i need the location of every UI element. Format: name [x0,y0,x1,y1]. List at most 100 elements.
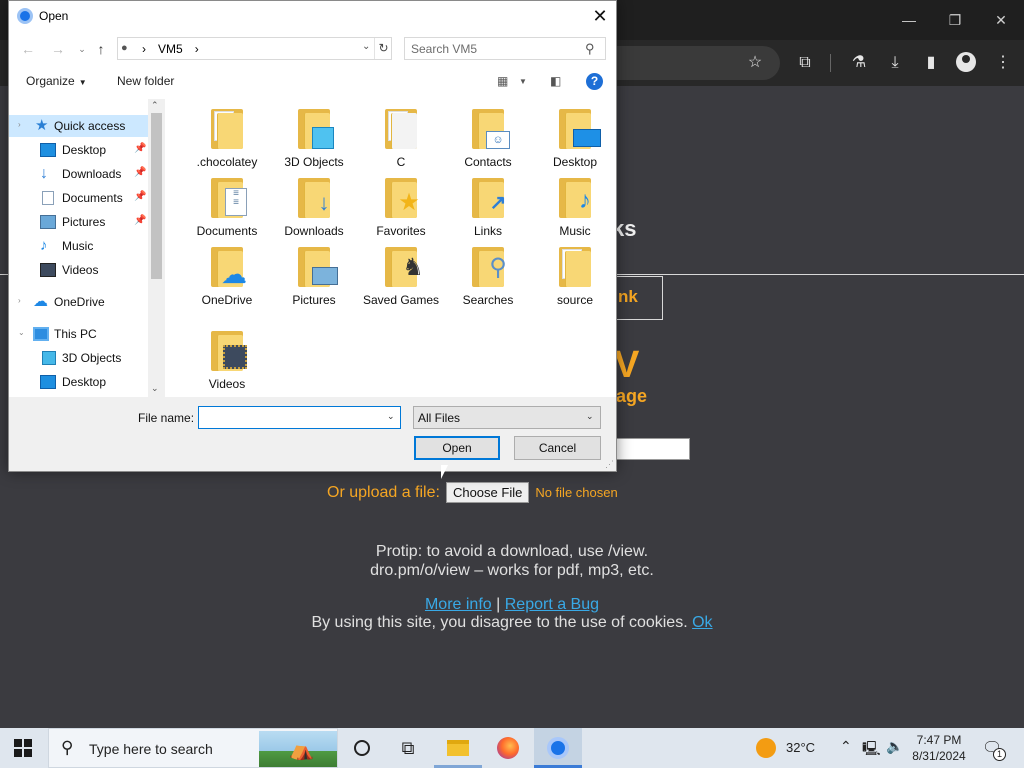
resize-grip-icon[interactable]: ⋰ [605,459,614,470]
folder-item[interactable]: ⚲ Searches [445,239,531,315]
hero-subtitle: age [616,386,648,406]
open-button[interactable]: Open [414,436,500,460]
extensions-icon[interactable]: ⧉ [794,52,816,74]
folder-item[interactable]: Videos [184,323,270,397]
folder-icon [385,109,417,149]
videos-icon [40,263,56,277]
dialog-titlebar[interactable]: Open ✕ [9,1,616,32]
search-input[interactable] [411,41,581,57]
refresh-icon[interactable]: ↻ [374,38,392,59]
contacts-folder-icon: ☺ [472,109,510,149]
labs-icon[interactable]: ⚗ [848,52,870,74]
weather-temperature[interactable]: 32°C [786,740,815,755]
scroll-down-icon[interactable]: ⌄ [151,383,159,394]
star-icon[interactable]: ☆ [744,52,766,74]
nav-item-desktop[interactable]: Desktop 📌 [9,139,148,161]
dialog-close-button[interactable]: ✕ [585,3,615,29]
profile-icon[interactable] [956,52,976,72]
nav-item-documents[interactable]: Documents 📌 [9,187,148,209]
folder-item[interactable]: ≡ ≡ Documents [184,170,270,246]
windows-start-icon[interactable] [14,739,32,757]
view-options-caret-icon[interactable]: ▼ [519,77,527,86]
nav-item-pictures[interactable]: Pictures 📌 [9,211,148,233]
search-box[interactable]: ⚲ [404,37,606,60]
expand-chevron-icon[interactable]: ⌄ [18,328,25,337]
folder-item[interactable]: ♪ Music [532,170,616,246]
chrome-icon[interactable] [534,728,582,768]
window-close-button[interactable]: ✕ [986,8,1016,32]
folder-item[interactable]: ☺ Contacts [445,101,531,177]
nav-pane-scrollbar[interactable]: ⌃ ⌄ [148,99,165,397]
search-icon: ⚲ [61,738,74,757]
new-folder-button[interactable]: New folder [117,74,174,88]
back-button[interactable]: ← [19,39,37,59]
desktop-folder-icon [559,109,601,149]
file-name-input[interactable] [202,409,377,426]
nav-item-desktop-pc[interactable]: Desktop [9,371,148,393]
download-icon[interactable]: ⤓ [884,52,906,74]
saved-games-folder-icon: ♞ [385,247,424,287]
folder-item[interactable]: ☁ OneDrive [184,239,270,315]
window-minimize-button[interactable]: — [894,8,924,32]
folder-item[interactable]: .chocolatey [184,101,270,177]
file-name-combobox[interactable]: ⌄ [198,406,401,429]
nav-item-3d-objects[interactable]: 3D Objects [9,347,148,369]
file-explorer-icon[interactable] [434,728,482,768]
text-input[interactable] [612,438,690,460]
folder-item[interactable]: Desktop [532,101,616,177]
choose-file-button[interactable]: Choose File [445,482,530,503]
volume-muted-icon[interactable]: 🔈 [886,738,903,755]
folder-item[interactable]: ♞ Saved Games [358,239,444,315]
links-folder-icon: ↗ [472,178,506,218]
more-info-link[interactable]: More info [425,596,492,613]
nav-item-downloads[interactable]: ↓ Downloads 📌 [9,163,148,185]
forward-button[interactable]: → [49,39,67,59]
network-icon[interactable]: 🖳 [862,738,881,762]
firefox-icon[interactable] [484,728,532,768]
folder-item[interactable]: source [532,239,616,315]
onedrive-folder-icon: ☁ [211,247,247,287]
scrollbar-thumb[interactable] [151,113,162,279]
folder-label: Videos [208,377,246,391]
task-view-icon[interactable]: ⧉ [384,728,432,768]
recent-locations-chevron-icon[interactable]: ⌄ [73,39,91,59]
folder-item[interactable]: ↗ Links [445,170,531,246]
window-maximize-button[interactable]: ❐ [940,8,970,32]
preview-pane-icon[interactable]: ◧ [550,74,561,88]
cancel-button[interactable]: Cancel [514,436,601,460]
folder-item[interactable]: ↓ Downloads [271,170,357,246]
videos-folder-icon [211,331,247,371]
weather-sun-icon[interactable] [756,738,776,758]
folder-item[interactable]: 3D Objects [271,101,357,177]
taskbar-search[interactable]: ⚲ Type here to search [48,728,338,768]
scroll-up-icon[interactable]: ⌃ [151,100,159,111]
report-bug-link[interactable]: Report a Bug [505,596,599,613]
address-bar[interactable]: ● › VM5 › ⌄ ↻ [117,37,392,60]
cookie-ok-link[interactable]: Ok [692,614,712,631]
help-icon[interactable]: ? [586,73,603,90]
expand-chevron-icon[interactable]: › [18,296,21,305]
menu-icon[interactable]: ⋮ [992,52,1014,74]
file-type-select[interactable]: All Files ⌄ [413,406,601,429]
folder-item[interactable]: Pictures [271,239,357,315]
clock[interactable]: 7:47 PM 8/31/2024 [908,732,970,764]
nav-link[interactable]: nk [612,276,663,320]
folder-item[interactable]: C [358,101,444,177]
nav-item-onedrive[interactable]: › ☁ OneDrive [9,291,148,313]
tray-chevron-up-icon[interactable]: ⌃ [840,738,852,755]
sidepanel-icon[interactable]: ▮ [920,52,942,74]
breadcrumb-item-vm5[interactable]: VM5 [158,42,183,56]
chevron-down-icon[interactable]: ⌄ [387,411,395,422]
change-view-icon[interactable]: ▦ [497,74,508,88]
breadcrumb-chevron-icon[interactable]: › [195,42,199,56]
toolbar-divider [830,54,831,72]
nav-item-music[interactable]: ♪ Music [9,235,148,257]
nav-item-quick-access[interactable]: › ★ Quick access [9,115,148,137]
nav-item-videos[interactable]: Videos [9,259,148,281]
folder-item[interactable]: ★ Favorites [358,170,444,246]
expand-chevron-icon[interactable]: › [18,120,21,129]
nav-item-this-pc[interactable]: ⌄ This PC [9,323,148,345]
organize-button[interactable]: Organize ▼ [26,74,87,88]
up-button[interactable]: ↑ [92,39,110,59]
cortana-icon[interactable] [338,728,386,768]
